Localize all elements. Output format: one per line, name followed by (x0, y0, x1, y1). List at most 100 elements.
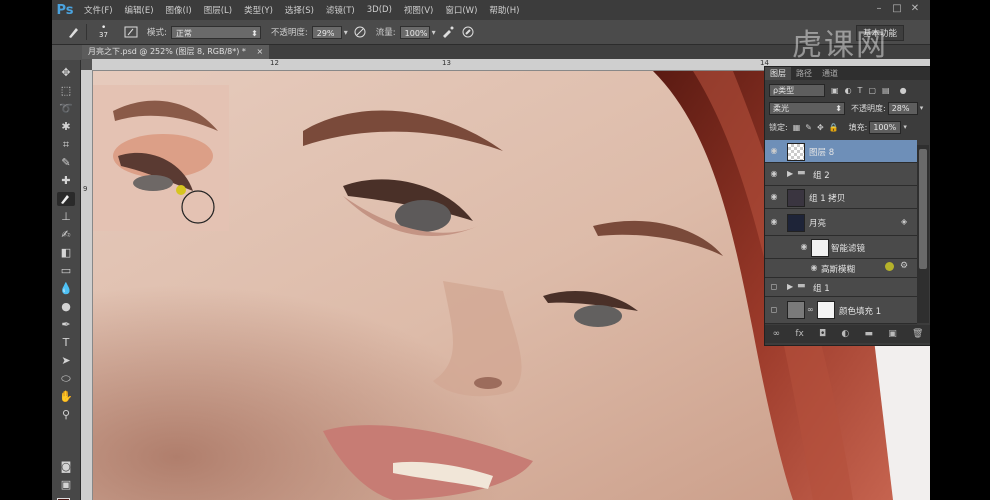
layer-row-gaussian-blur[interactable]: ◉ 高斯模糊 ⚙ (765, 259, 917, 278)
opacity-dropdown-icon[interactable]: ▾ (344, 28, 348, 37)
new-layer-icon[interactable]: ▣ (888, 329, 897, 339)
layer-row-group-1-copy[interactable]: ◉ 组 1 拷贝 (765, 186, 917, 209)
expand-arrow-icon[interactable]: ▶ (787, 169, 793, 178)
layer-opacity-dropdown-icon[interactable]: ▾ (920, 104, 924, 112)
menu-image[interactable]: 图像(I) (160, 4, 198, 16)
airbrush-icon[interactable] (440, 24, 456, 40)
layer-row-moon[interactable]: ◉ 月亮 ◈ (765, 209, 917, 236)
visibility-eye-icon[interactable]: ◉ (769, 217, 779, 227)
layers-scrollbar-thumb[interactable] (919, 149, 927, 269)
tab-channels[interactable]: 通道 (817, 67, 843, 80)
eyedropper-tool-icon[interactable]: ✎ (57, 156, 75, 170)
lock-all-icon[interactable]: 🔒 (829, 123, 839, 132)
menu-type[interactable]: 类型(Y) (238, 4, 279, 16)
document-tab[interactable]: 月亮之下.psd @ 252% (图层 8, RGB/8*) * × (82, 45, 270, 59)
lock-pixels-icon[interactable]: ✎ (805, 123, 812, 132)
menu-window[interactable]: 窗口(W) (439, 4, 483, 16)
lock-label: 锁定: (769, 122, 788, 132)
menu-edit[interactable]: 编辑(E) (119, 4, 160, 16)
menu-3d[interactable]: 3D(D) (361, 5, 398, 15)
crop-tool-icon[interactable]: ⌗ (57, 138, 75, 152)
link-layers-icon[interactable]: ∞ (773, 329, 781, 339)
menu-filter[interactable]: 滤镜(T) (320, 4, 361, 16)
new-group-icon[interactable]: ▬ (864, 329, 873, 339)
brush-preset-picker[interactable]: • 37 (97, 23, 119, 41)
magic-wand-tool-icon[interactable]: ✱ (57, 120, 75, 134)
adjustment-layer-icon[interactable]: ◐ (841, 329, 849, 339)
zoom-tool-icon[interactable]: ⚲ (57, 408, 75, 422)
lock-transparency-icon[interactable]: ▦ (793, 123, 801, 132)
pen-tool-icon[interactable]: ✒ (57, 318, 75, 332)
layer-row-group-2[interactable]: ◉ ▶ ▬ 组 2 (765, 163, 917, 186)
type-tool-icon[interactable]: T (57, 336, 75, 350)
layer-row-layer-8[interactable]: ◉ 图层 8 (765, 140, 917, 163)
quick-mask-icon[interactable]: ◙ (57, 460, 75, 474)
fill-dropdown-icon[interactable]: ▾ (903, 123, 907, 131)
layer-row-smart-filters[interactable]: ◉ 智能滤镜 (765, 236, 917, 259)
visibility-eye-icon[interactable]: ◉ (809, 263, 819, 273)
dodge-tool-icon[interactable]: ● (57, 300, 75, 314)
lock-row: 锁定: ▦ ✎ ✥ 🔒 填充: 100% ▾ (765, 120, 930, 134)
flow-dropdown-icon[interactable]: ▾ (432, 28, 436, 37)
gradient-tool-icon[interactable]: ▭ (57, 264, 75, 278)
screen-mode-icon[interactable]: ▣ (57, 478, 75, 492)
menu-select[interactable]: 选择(S) (279, 4, 320, 16)
layer-thumbnail (787, 189, 805, 207)
add-mask-icon[interactable]: ◘ (819, 329, 826, 339)
path-selection-tool-icon[interactable]: ➤ (57, 354, 75, 368)
eraser-tool-icon[interactable]: ◧ (57, 246, 75, 260)
visibility-eye-icon[interactable]: ◉ (769, 192, 779, 202)
brush-panel-icon[interactable] (123, 24, 139, 40)
layer-row-color-fill-1[interactable]: ◻ ∞ 颜色填充 1 (765, 297, 917, 324)
pressure-size-icon[interactable] (460, 24, 476, 40)
lasso-tool-icon[interactable]: ➰ (57, 102, 75, 116)
visibility-eye-icon[interactable]: ◻ (769, 305, 779, 315)
hand-tool-icon[interactable]: ✋ (57, 390, 75, 404)
layer-filter-select[interactable]: ρ类型 (769, 83, 825, 97)
delete-layer-icon[interactable]: 🗑 (912, 329, 923, 339)
menu-help[interactable]: 帮助(H) (483, 4, 525, 16)
layers-scrollbar[interactable] (917, 145, 929, 323)
filter-pixel-icon[interactable]: ▣ (831, 86, 839, 95)
expand-arrow-icon[interactable]: ▶ (787, 282, 793, 291)
menu-bar: Ps 文件(F) 编辑(E) 图像(I) 图层(L) 类型(Y) 选择(S) 滤… (52, 0, 930, 20)
tab-paths[interactable]: 路径 (791, 67, 817, 80)
close-window-icon[interactable]: ✕ (908, 2, 922, 16)
close-tab-icon[interactable]: × (256, 47, 263, 56)
visibility-eye-icon[interactable]: ◻ (769, 282, 779, 292)
pressure-opacity-icon[interactable] (352, 24, 368, 40)
fill-field[interactable]: 100% (869, 120, 902, 134)
opacity-field[interactable]: 29% (311, 25, 342, 39)
filter-smart-object-icon[interactable]: ▤ (882, 86, 890, 95)
tab-layers[interactable]: 图层 (765, 67, 791, 80)
flow-field[interactable]: 100% (399, 25, 430, 39)
shape-tool-icon[interactable]: ⬭ (57, 372, 75, 386)
menu-file[interactable]: 文件(F) (78, 4, 119, 16)
move-tool-icon[interactable]: ✥ (57, 66, 75, 80)
visibility-eye-icon[interactable]: ◉ (769, 146, 779, 156)
filter-adjustment-icon[interactable]: ◐ (845, 86, 852, 95)
marquee-tool-icon[interactable]: ⬚ (57, 84, 75, 98)
visibility-eye-icon[interactable]: ◉ (799, 242, 809, 252)
layer-style-icon[interactable]: fx (795, 329, 804, 339)
healing-brush-tool-icon[interactable]: ✚ (57, 174, 75, 188)
brush-tool-icon[interactable] (57, 192, 75, 206)
blend-mode-select[interactable]: 柔光 ⬍ (769, 101, 845, 115)
layer-opacity-field[interactable]: 28% (887, 101, 918, 115)
blur-tool-icon[interactable]: 💧 (57, 282, 75, 296)
filter-shape-icon[interactable]: ▢ (868, 86, 876, 95)
history-brush-tool-icon[interactable]: ✍ (57, 228, 75, 242)
menu-layer[interactable]: 图层(L) (198, 4, 238, 16)
minimize-icon[interactable]: – (872, 2, 886, 16)
mode-select[interactable]: 正常 ⬍ (170, 25, 261, 39)
maximize-icon[interactable]: □ (890, 2, 904, 16)
layer-row-group-1[interactable]: ◻ ▶ ▬ 组 1 (765, 278, 917, 297)
menu-view[interactable]: 视图(V) (398, 4, 439, 16)
filter-options-icon[interactable]: ⚙ (900, 261, 908, 271)
filter-toggle-icon[interactable]: ● (900, 86, 907, 95)
visibility-eye-icon[interactable]: ◉ (769, 169, 779, 179)
filter-type-icon[interactable]: T (858, 86, 863, 95)
brush-tool-icon[interactable] (66, 24, 82, 40)
clone-stamp-tool-icon[interactable]: ⊥ (57, 210, 75, 224)
lock-position-icon[interactable]: ✥ (817, 123, 824, 132)
